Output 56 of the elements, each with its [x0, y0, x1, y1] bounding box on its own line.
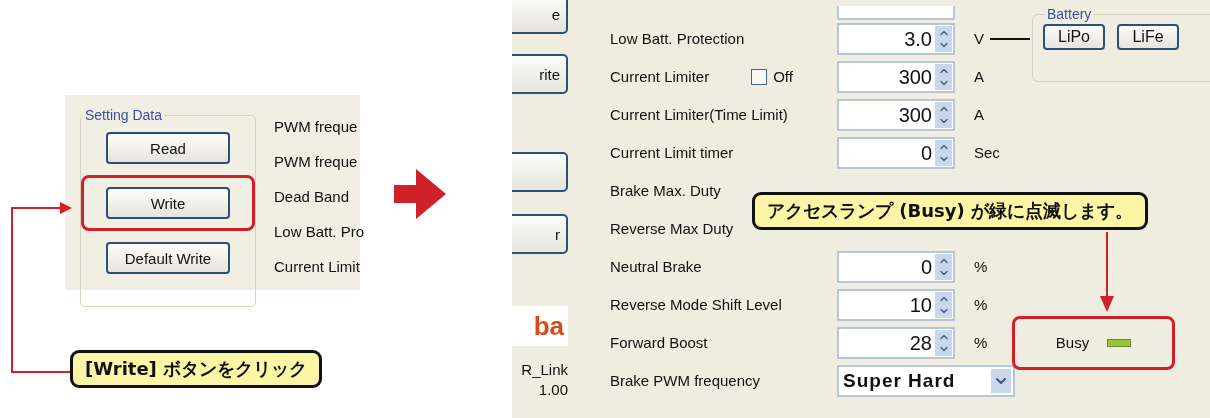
spin-button[interactable] [935, 254, 952, 280]
spin-button[interactable] [935, 292, 952, 318]
unit-label: Sec [974, 143, 1000, 163]
number-field[interactable]: 10 [837, 289, 955, 321]
unit-label: V [974, 29, 984, 49]
number-field[interactable]: 300 [837, 61, 955, 93]
window-button[interactable]: LiFe [1117, 24, 1179, 50]
window-button[interactable]: Default Write [106, 242, 230, 274]
group-title: Setting Data [84, 107, 164, 123]
setting-label: Forward Boost [610, 333, 708, 353]
setting-label: Dead Band [274, 187, 351, 207]
setting-label: PWM freque [274, 117, 359, 137]
setting-label: Current Limiter [610, 67, 710, 87]
number-field[interactable]: 0 [837, 137, 955, 169]
checkbox[interactable]: Off [751, 67, 793, 87]
callout: [Write] ボタンをクリック [70, 350, 323, 388]
logo: ba [512, 306, 568, 346]
setting-label: Reverse Max Duty [610, 219, 734, 239]
setting-label: PWM freque [274, 152, 359, 172]
window-button[interactable]: r [512, 214, 568, 254]
setting-label: Low Batt. Protection [610, 29, 745, 49]
setting-label: Current Limit timer [610, 143, 734, 163]
setting-label: Reverse Mode Shift Level [610, 295, 782, 315]
spin-button[interactable] [935, 102, 952, 128]
setting-label: Brake Max. Duty [610, 181, 721, 201]
number-field[interactable]: 28 [837, 327, 955, 359]
spin-button[interactable] [935, 26, 952, 52]
window-button[interactable]: LiPo [1043, 24, 1105, 50]
spin-button[interactable] [935, 330, 952, 356]
setting-label: Brake PWM frequency [610, 371, 761, 391]
number-field[interactable]: 3.0 [837, 23, 955, 55]
window-button[interactable] [512, 152, 568, 192]
window-button[interactable]: Write [106, 187, 230, 219]
setting-label: Low Batt. Pro [274, 222, 365, 242]
dropdown[interactable]: Super Hard [837, 365, 1015, 397]
busy-label: Busy [1055, 333, 1090, 353]
spin-button[interactable] [935, 140, 952, 166]
window-button[interactable]: rite [512, 54, 568, 94]
unit-label: % [974, 257, 988, 277]
group-title: Battery [1046, 6, 1093, 22]
callout: アクセスランプ (Busy) が緑に点滅します。 [752, 192, 1148, 230]
window-button[interactable]: e [512, 0, 568, 34]
unit-label: A [974, 67, 984, 87]
unit-label: % [974, 295, 988, 315]
unit-label: % [974, 333, 988, 353]
dropdown-button[interactable] [991, 369, 1011, 393]
setting-label: Current Limit [274, 257, 361, 277]
version-text: 1.00 [537, 380, 568, 400]
setting-label: Neutral Brake [610, 257, 702, 277]
spin-button[interactable] [935, 64, 952, 90]
app-name: R_Link [520, 360, 568, 380]
window-button[interactable]: Read [106, 132, 230, 164]
unit-label: A [974, 105, 984, 125]
number-field[interactable]: 0 [837, 251, 955, 283]
setting-label: Current Limiter(Time Limit) [610, 105, 788, 125]
number-field[interactable]: 300 [837, 99, 955, 131]
